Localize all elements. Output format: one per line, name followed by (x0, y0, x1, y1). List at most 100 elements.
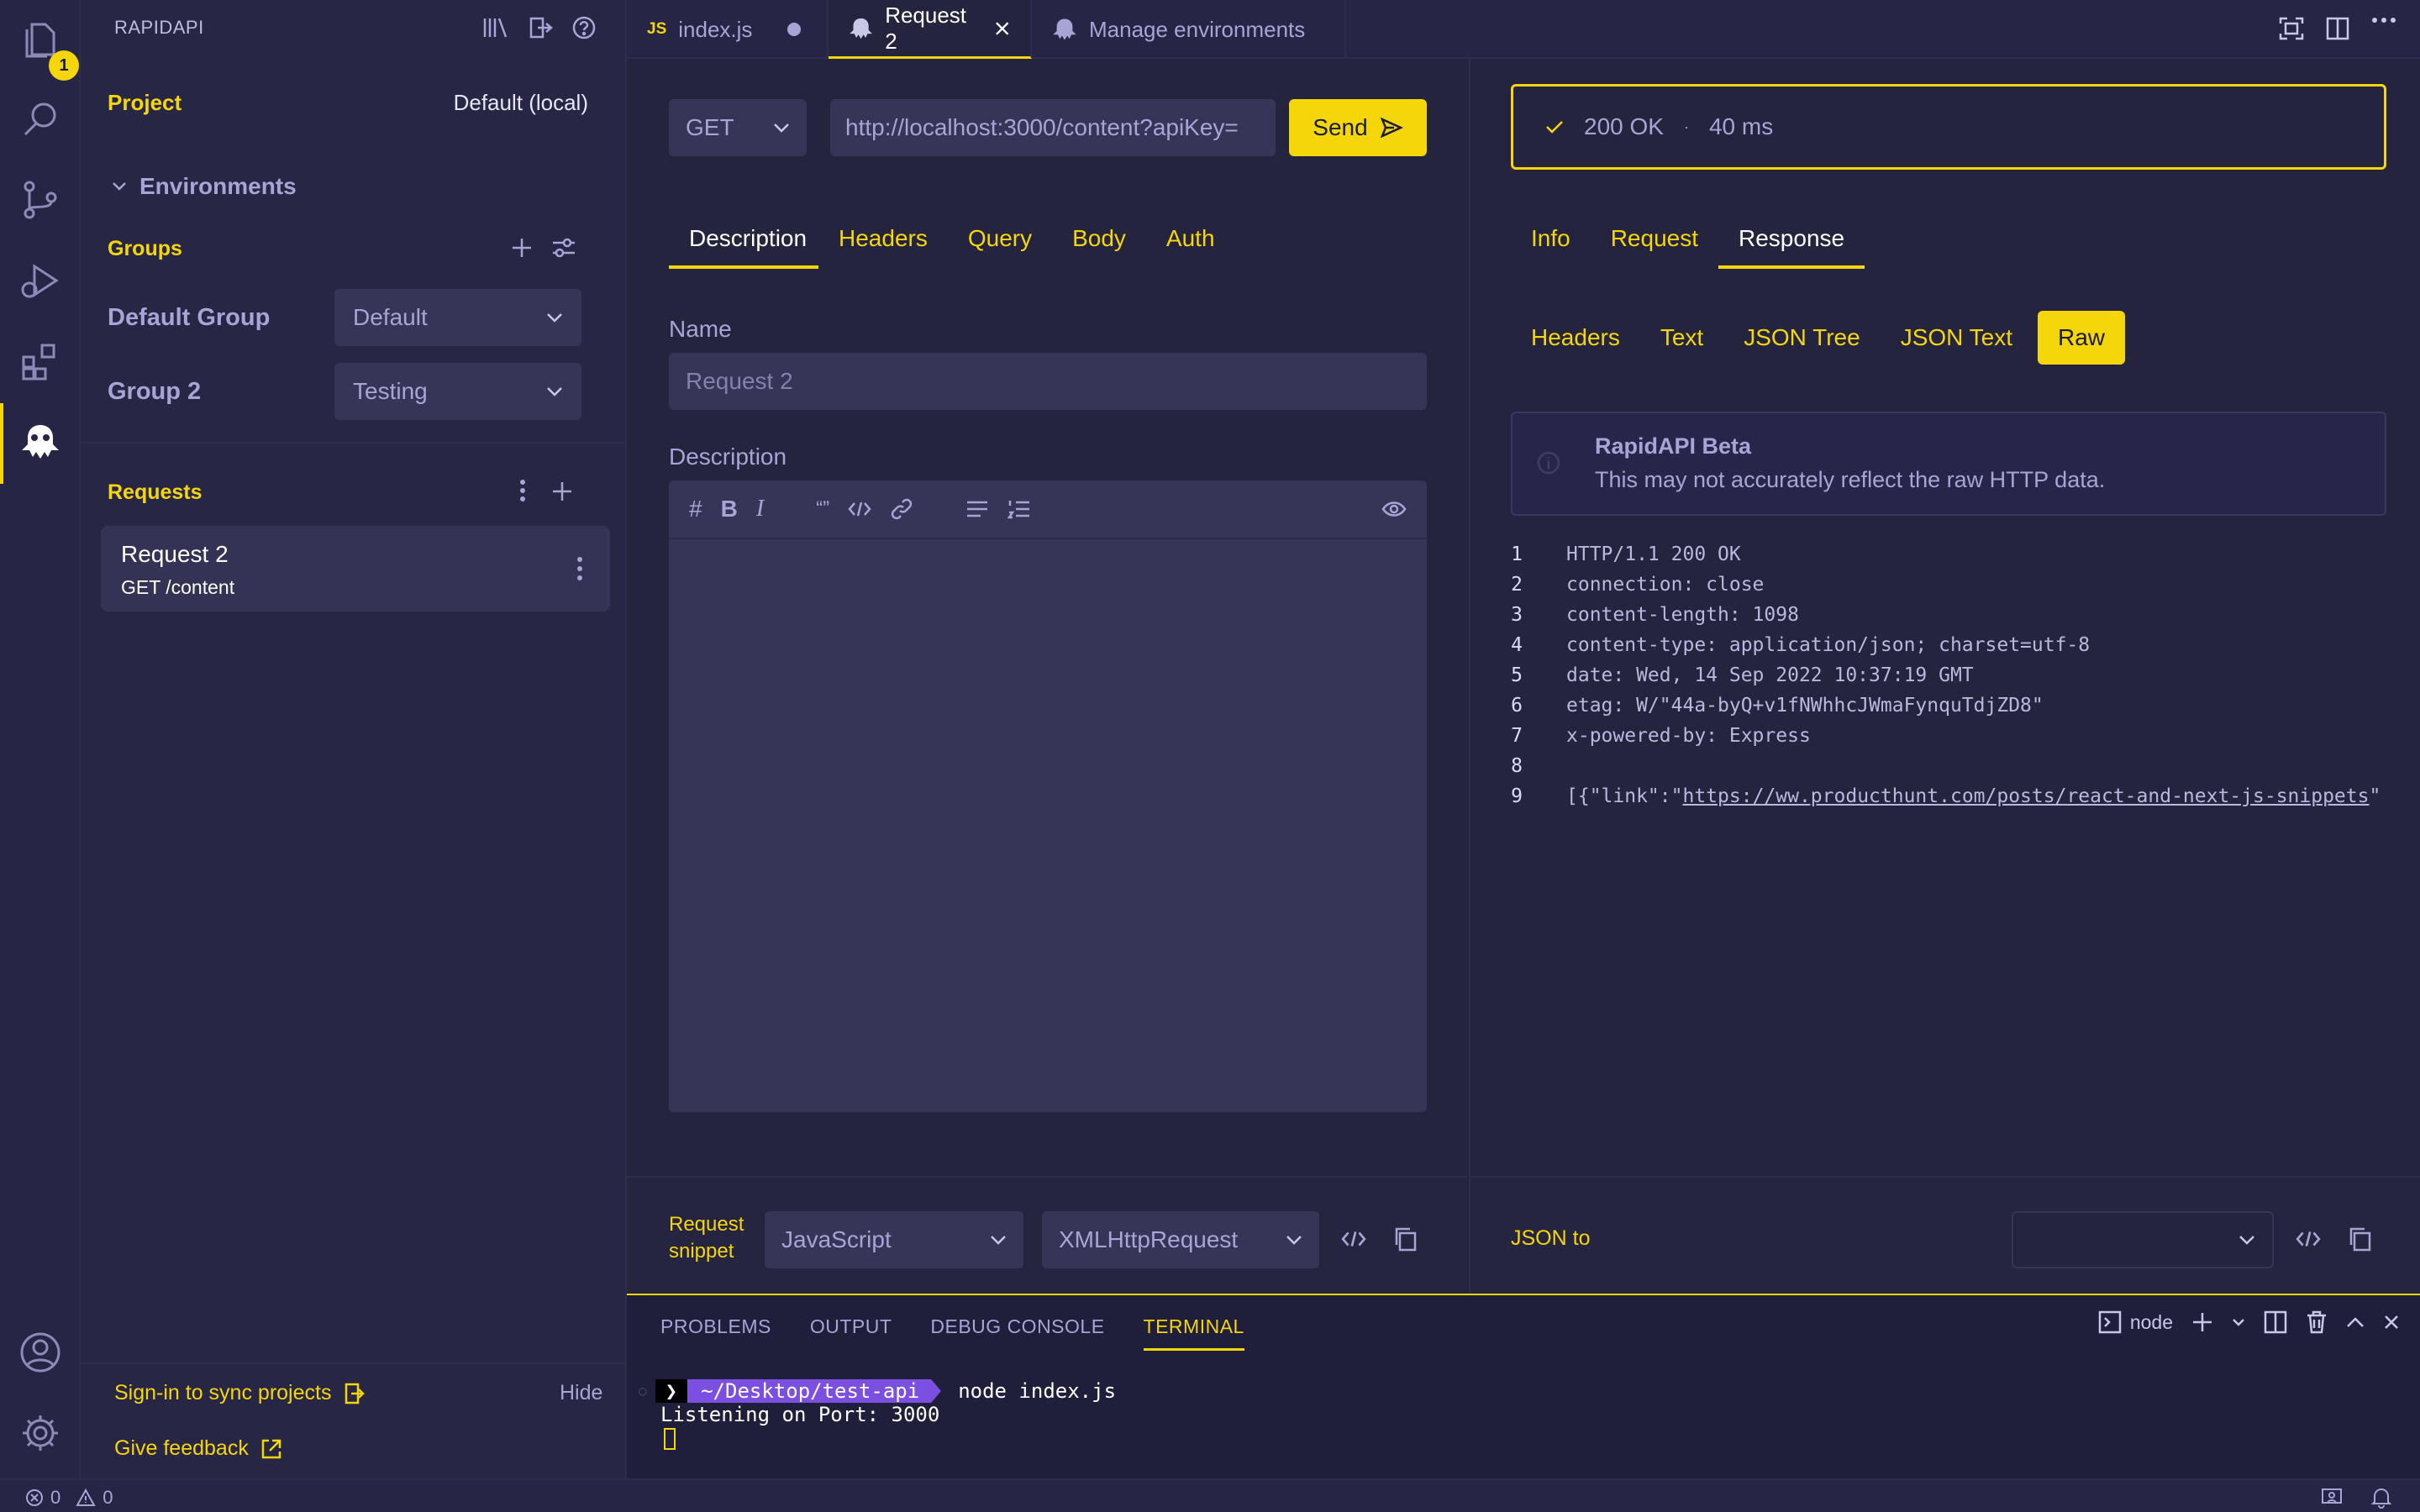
link-icon[interactable] (890, 497, 913, 521)
group-default-select[interactable]: Default (334, 289, 581, 346)
maximize-panel-icon[interactable] (2346, 1316, 2365, 1328)
name-input[interactable]: Request 2 (669, 353, 1427, 410)
notifications-bell-icon[interactable] (2371, 1487, 2391, 1509)
group-2-select[interactable]: Testing (334, 363, 581, 420)
preview-eye-icon[interactable] (1381, 501, 1407, 517)
tab-headers[interactable]: Headers (818, 225, 948, 269)
add-group-icon[interactable] (511, 237, 533, 259)
settings-gear-icon[interactable] (13, 1406, 67, 1460)
url-input[interactable]: http://localhost:3000/content?apiKey= (830, 99, 1276, 156)
code-icon[interactable] (1341, 1230, 1366, 1248)
group-2-value: Testing (353, 378, 428, 404)
chevron-down-icon[interactable] (2232, 1318, 2245, 1326)
more-actions-icon[interactable] (2371, 17, 2396, 24)
copy-icon[interactable] (1393, 1226, 1417, 1252)
problems-status[interactable]: 0 0 (25, 1487, 113, 1509)
format-json-text[interactable]: JSON Text (1881, 311, 2033, 365)
active-indicator (0, 403, 3, 484)
split-editor-icon[interactable] (2326, 17, 2349, 40)
trash-icon[interactable] (2306, 1310, 2328, 1334)
tab-response[interactable]: Response (1718, 225, 1865, 269)
tab-manage-environments[interactable]: Manage environments (1032, 0, 1346, 59)
hide-button[interactable]: Hide (560, 1381, 602, 1405)
format-text[interactable]: Text (1640, 311, 1723, 365)
code-icon[interactable] (2296, 1230, 2321, 1248)
name-placeholder: Request 2 (686, 368, 793, 394)
copy-icon[interactable] (2348, 1226, 2371, 1252)
extensions-icon[interactable] (13, 334, 67, 388)
error-count: 0 (50, 1487, 61, 1508)
library-icon[interactable] (482, 15, 509, 40)
format-headers[interactable]: Headers (1511, 311, 1640, 365)
tab-request[interactable]: Request (1591, 225, 1718, 269)
send-icon (1380, 117, 1403, 139)
new-terminal-icon[interactable] (2191, 1311, 2213, 1333)
tab-query[interactable]: Query (948, 225, 1052, 269)
close-icon[interactable] (994, 20, 1010, 37)
numbered-list-icon[interactable] (1007, 499, 1031, 519)
quote-icon[interactable]: “” (816, 497, 829, 521)
tab-body[interactable]: Body (1052, 225, 1146, 269)
rapidapi-icon[interactable] (13, 415, 67, 469)
bullet-list-icon[interactable] (965, 499, 989, 519)
chevron-down-icon (774, 123, 789, 133)
signin-link[interactable]: Sign-in to sync projects (114, 1381, 366, 1405)
explorer-icon[interactable]: 1 (13, 12, 79, 81)
tab-debug-console[interactable]: DEBUG CONSOLE (930, 1315, 1104, 1351)
description-editor[interactable]: # B I “” (669, 480, 1427, 1112)
line-number: 9 (1511, 785, 1523, 807)
request-item[interactable]: Request 2 GET /content (101, 526, 610, 612)
warning-count: 0 (103, 1487, 113, 1508)
italic-icon[interactable]: I (756, 496, 764, 522)
snippet-library-select[interactable]: XMLHttpRequest (1042, 1211, 1319, 1268)
terminal-icon (2098, 1310, 2122, 1334)
group-settings-icon[interactable] (551, 237, 576, 259)
requests-more-icon[interactable] (519, 479, 526, 502)
tab-info[interactable]: Info (1511, 225, 1591, 269)
response-time: 40 ms (1708, 113, 1774, 139)
fullscreen-icon[interactable] (2279, 17, 2304, 40)
rapidapi-icon (850, 18, 872, 39)
code-text: content-length: 1098 (1566, 604, 1799, 626)
request-panel: GET http://localhost:3000/content?apiKey… (627, 59, 1467, 1294)
environments-header[interactable]: Environments (111, 173, 297, 200)
feedback-person-icon[interactable] (2321, 1488, 2343, 1508)
chevron-down-icon (547, 387, 562, 396)
request-more-icon[interactable] (576, 556, 583, 581)
format-json-tree[interactable]: JSON Tree (1723, 311, 1880, 365)
bold-icon[interactable]: B (721, 496, 738, 522)
code-link[interactable]: https://ww.producthunt.com/posts/react-a… (1682, 785, 2369, 807)
tab-index-js[interactable]: JS index.js (627, 0, 829, 59)
add-request-icon[interactable] (551, 480, 573, 502)
split-terminal-icon[interactable] (2264, 1310, 2287, 1334)
tab-request-2[interactable]: Request 2 (829, 0, 1032, 59)
run-debug-icon[interactable] (13, 254, 67, 307)
terminal-output[interactable]: ○ ❯ ~/Desktop/test-api node index.js Lis… (639, 1379, 1116, 1450)
tab-terminal[interactable]: TERMINAL (1143, 1315, 1244, 1351)
snippet-language-select[interactable]: JavaScript (765, 1211, 1023, 1268)
send-button[interactable]: Send (1289, 99, 1427, 156)
source-control-icon[interactable] (13, 173, 67, 227)
account-icon[interactable] (13, 1326, 67, 1379)
help-icon[interactable] (571, 15, 597, 40)
search-icon[interactable] (13, 92, 67, 146)
code-line: 2 connection: close (1489, 570, 2420, 600)
divider (81, 1362, 627, 1364)
sidebar-title: RAPIDAPI (114, 17, 204, 38)
code-icon[interactable] (848, 501, 871, 517)
json-to-select[interactable] (2012, 1211, 2274, 1268)
project-selector[interactable]: Default (local) (454, 90, 588, 116)
terminal-shell-selector[interactable]: node (2098, 1310, 2173, 1334)
heading-icon[interactable]: # (689, 496, 702, 522)
tab-auth[interactable]: Auth (1146, 225, 1235, 269)
method-select[interactable]: GET (669, 99, 807, 156)
terminal-prompt-line: ○ ❯ ~/Desktop/test-api node index.js (639, 1379, 1116, 1403)
tab-description[interactable]: Description (669, 225, 818, 269)
close-icon[interactable] (2383, 1314, 2400, 1331)
format-raw[interactable]: Raw (2038, 311, 2126, 365)
tab-output[interactable]: OUTPUT (810, 1315, 892, 1351)
unsaved-dot-icon[interactable] (787, 23, 802, 36)
import-icon[interactable] (528, 15, 553, 40)
tab-problems[interactable]: PROBLEMS (660, 1315, 771, 1351)
feedback-link[interactable]: Give feedback (114, 1436, 282, 1461)
